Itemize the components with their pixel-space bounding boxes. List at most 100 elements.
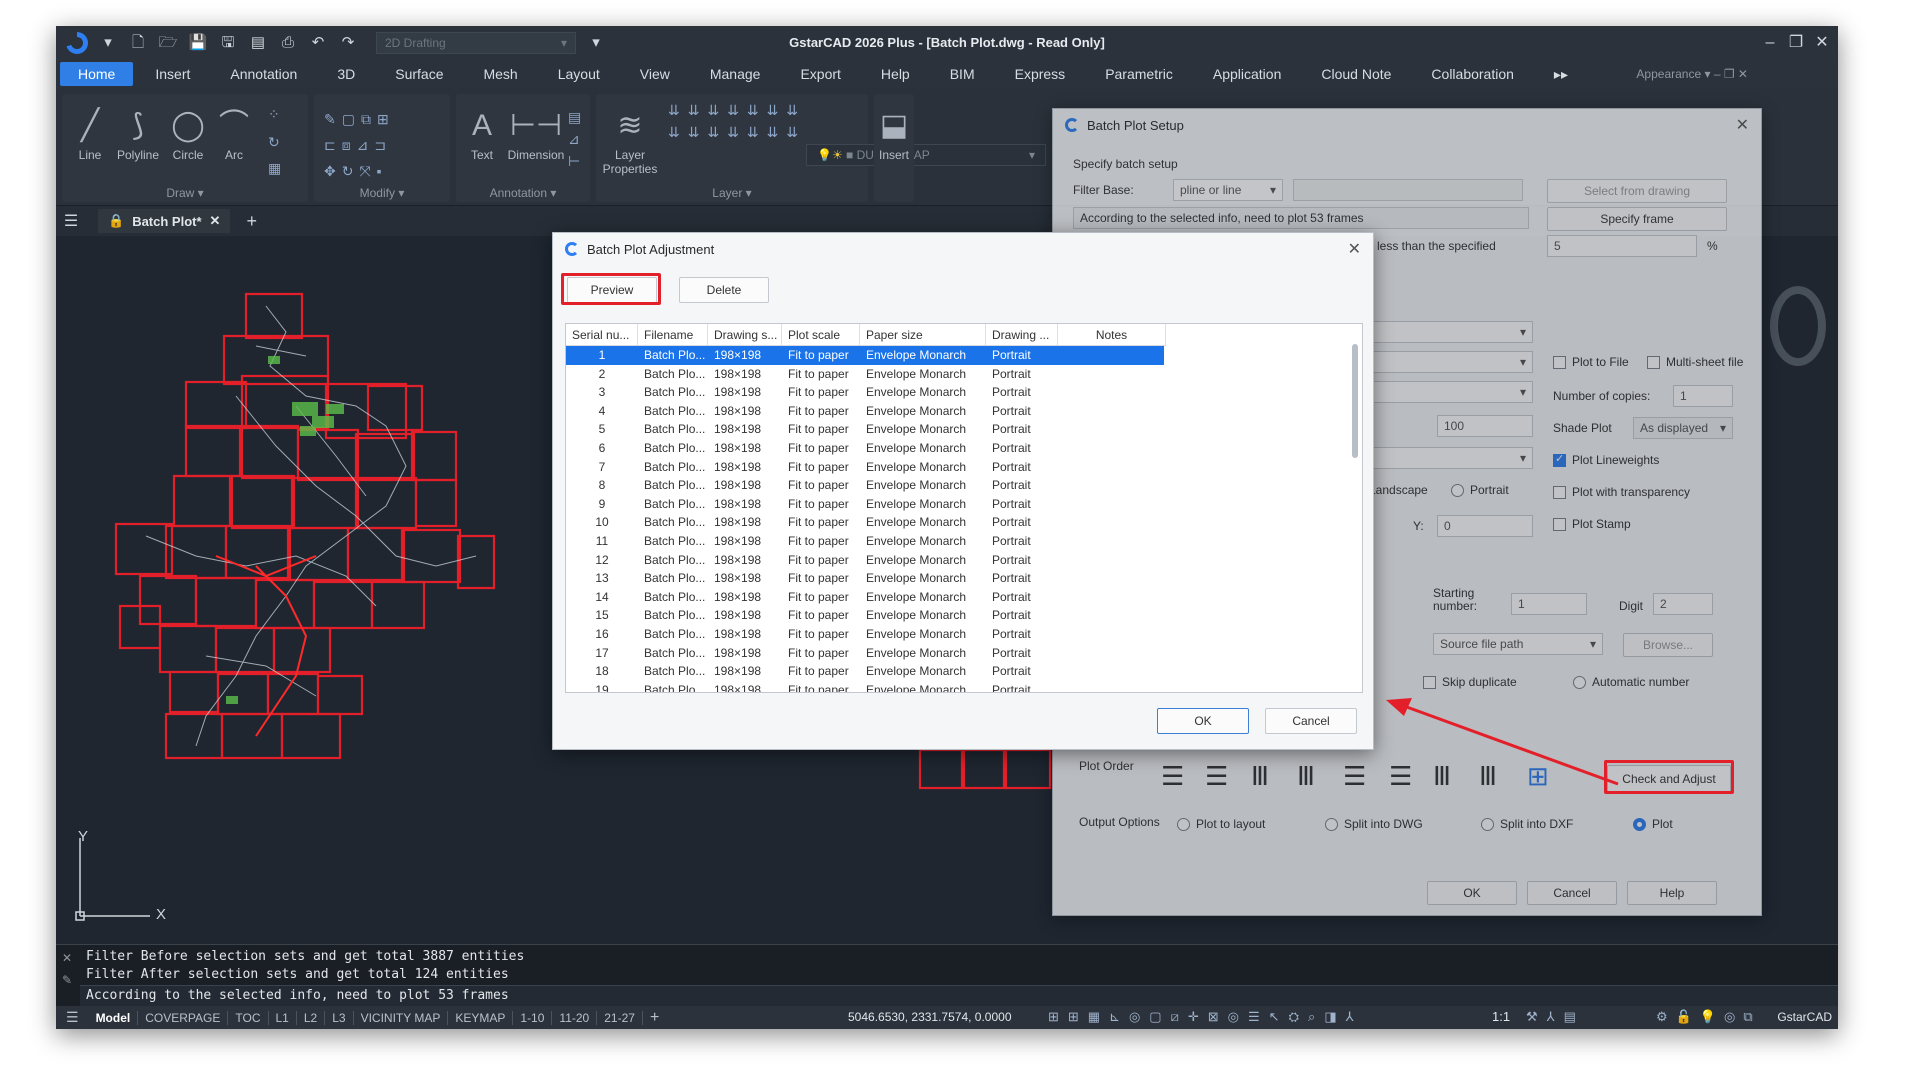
column-header-filename[interactable]: Filename xyxy=(638,324,708,345)
table-row[interactable]: 2 Batch Plo... 198×198 Fit to paper Envelope… xyxy=(566,365,1164,384)
plot-area-select[interactable]: ▾ xyxy=(1353,381,1533,403)
layout-tab[interactable]: COVERPAGE xyxy=(138,1010,229,1025)
adjust-ok-button[interactable]: OK xyxy=(1157,708,1249,734)
layout-tab[interactable]: TOC xyxy=(228,1010,269,1025)
redo-icon[interactable]: ↷ xyxy=(338,34,358,52)
annotation-panel-label[interactable]: Annotation ▾ xyxy=(456,186,590,200)
paper-size-select[interactable]: ▾ xyxy=(1353,351,1533,373)
draw-panel-label[interactable]: Draw ▾ xyxy=(62,186,308,200)
modify-tools-icon[interactable]: ✎▢⧉⊞ ⊏⧈⊿⊐ ✥↻⤧▪ xyxy=(324,106,395,184)
frames-table[interactable]: Serial nu... Filename Drawing s... Plot … xyxy=(565,323,1363,693)
tab-layout[interactable]: Layout xyxy=(540,62,618,86)
tab-3d[interactable]: 3D xyxy=(319,62,373,86)
column-header-plot-scale[interactable]: Plot scale xyxy=(782,324,860,345)
column-header-serial[interactable]: Serial nu... xyxy=(566,324,638,345)
insert-tool[interactable]: ⬓ Insert xyxy=(874,104,914,162)
layer-select[interactable]: 💡☀ ■ DUMMY NAP ▾ xyxy=(806,144,1046,166)
layer-properties-tool[interactable]: ≋ Layer Properties xyxy=(600,104,660,176)
layout-tab[interactable]: 21-27 xyxy=(597,1010,643,1025)
layout-tab[interactable]: VICINITY MAP xyxy=(354,1010,449,1025)
adjust-cancel-button[interactable]: Cancel xyxy=(1265,708,1357,734)
settings-icon[interactable]: ⚙🔓💡◎⧉ xyxy=(1656,1009,1761,1025)
add-layout-icon[interactable]: + xyxy=(643,1009,666,1027)
tab-manage[interactable]: Manage xyxy=(692,62,779,86)
order-zigzag-reverse-icon[interactable]: ☰ xyxy=(1389,761,1412,792)
order-snake-reverse-icon[interactable]: Ⅲ xyxy=(1479,761,1497,792)
close-icon[interactable]: ✕ xyxy=(1348,239,1361,259)
order-rows-icon[interactable]: ☰ xyxy=(1161,761,1184,792)
layer-panel-label[interactable]: Layer ▾ xyxy=(596,186,868,200)
drafting-toggles-icon[interactable]: ⊞⊞▦⊾◎▢⧄✛⊠◎☰↖⛭⌕◨⅄ xyxy=(1048,1009,1363,1025)
table-row[interactable]: 15 Batch Plo... 198×198 Fit to paper Envelop… xyxy=(566,606,1164,625)
column-header-drawing-size[interactable]: Drawing s... xyxy=(708,324,782,345)
restore-icon[interactable]: ❐ xyxy=(1784,32,1808,54)
annotation-scale[interactable]: 1:1 xyxy=(1492,1009,1510,1024)
starting-number-input[interactable]: 1 xyxy=(1511,593,1587,615)
chevron-down-icon[interactable]: ▾ xyxy=(98,34,118,52)
tab-collaboration[interactable]: Collaboration xyxy=(1413,62,1532,86)
table-icon[interactable]: ▤ ⊿ ⊢ xyxy=(568,106,581,172)
menu-icon[interactable]: ☰ xyxy=(56,211,86,231)
rotate-icon[interactable]: ↻ xyxy=(268,134,280,151)
status-tools-icon[interactable]: ⚒⅄▤ xyxy=(1526,1009,1585,1025)
order-custom-icon[interactable]: ⊞ xyxy=(1527,761,1549,792)
order-columns-icon[interactable]: Ⅲ xyxy=(1251,761,1269,792)
workspace-select[interactable]: 2D Drafting ▾ xyxy=(376,32,576,54)
customize-icon[interactable]: ▾ xyxy=(586,34,606,52)
minimize-icon[interactable]: – xyxy=(1758,32,1782,54)
tab-home[interactable]: Home xyxy=(60,62,134,86)
layout-tab[interactable]: 11-20 xyxy=(552,1010,598,1025)
close-icon[interactable]: ✕ xyxy=(1810,32,1834,54)
tab-annotation[interactable]: Annotation xyxy=(212,62,315,86)
save-icon[interactable]: 💾 xyxy=(188,34,208,52)
order-zigzag-icon[interactable]: ☰ xyxy=(1343,761,1366,792)
layout-tab-model[interactable]: Model xyxy=(89,1010,139,1025)
tab-export[interactable]: Export xyxy=(782,62,858,86)
filter-base-select[interactable]: pline or line ▾ xyxy=(1173,179,1283,201)
table-row[interactable]: 8 Batch Plo... 198×198 Fit to paper Envelope… xyxy=(566,476,1164,495)
specify-frame-button[interactable]: Specify frame xyxy=(1547,207,1727,231)
appearance-menu[interactable]: Appearance ▾ – ❐ ✕ xyxy=(1636,67,1748,81)
menu-icon[interactable]: ☰ xyxy=(56,1009,89,1026)
tab-mesh[interactable]: Mesh xyxy=(465,62,535,86)
order-rows-reverse-icon[interactable]: ☰ xyxy=(1205,761,1228,792)
tab-express[interactable]: Express xyxy=(997,62,1084,86)
y-offset-input[interactable]: 0 xyxy=(1437,515,1533,537)
table-row[interactable]: 6 Batch Plo... 198×198 Fit to paper Envelope… xyxy=(566,439,1164,458)
print-icon[interactable]: ⎙ xyxy=(278,34,298,52)
tab-view[interactable]: View xyxy=(622,62,688,86)
viewcube[interactable] xyxy=(1770,286,1826,366)
layout-tab[interactable]: L1 xyxy=(269,1010,297,1025)
hatch-icon[interactable]: ▦ xyxy=(268,160,281,177)
column-header-drawing-orientation[interactable]: Drawing ... xyxy=(986,324,1058,345)
layout-tab[interactable]: KEYMAP xyxy=(448,1010,514,1025)
grid-icon[interactable]: ⁘ xyxy=(268,106,280,123)
filter-extra-select[interactable] xyxy=(1293,179,1523,201)
document-tab[interactable]: 🔒 Batch Plot* ✕ xyxy=(98,209,231,233)
open-folder-icon[interactable]: 🗁 xyxy=(158,34,178,52)
plot-to-file-checkbox[interactable]: Plot to File xyxy=(1553,355,1629,369)
polyline-tool[interactable]: ⟆ Polyline xyxy=(116,104,160,162)
table-row[interactable]: 19 Batch Plo... 198×198 Fit to paper Envelop… xyxy=(566,681,1164,692)
skip-duplicate-checkbox[interactable]: Skip duplicate xyxy=(1423,675,1517,689)
command-input[interactable]: According to the selected info, need to … xyxy=(80,985,1838,1007)
select-from-drawing-button[interactable]: Select from drawing xyxy=(1547,179,1727,203)
percent-input[interactable]: 5 xyxy=(1547,235,1697,257)
more-tabs-icon[interactable]: ▸▸ xyxy=(1536,62,1586,87)
line-tool[interactable]: ╱ Line xyxy=(68,104,112,162)
table-row[interactable]: 7 Batch Plo... 198×198 Fit to paper Envelope… xyxy=(566,458,1164,477)
setup-help-button[interactable]: Help xyxy=(1627,881,1717,905)
tab-cloud-note[interactable]: Cloud Note xyxy=(1303,62,1409,86)
undo-icon[interactable]: ↶ xyxy=(308,34,328,52)
tab-bim[interactable]: BIM xyxy=(932,62,993,86)
plot-stamp-checkbox[interactable]: Plot Stamp xyxy=(1553,517,1631,531)
table-row[interactable]: 9 Batch Plo... 198×198 Fit to paper Envelope… xyxy=(566,495,1164,514)
table-row[interactable]: 12 Batch Plo... 198×198 Fit to paper Envelop… xyxy=(566,551,1164,570)
table-row[interactable]: 14 Batch Plo... 198×198 Fit to paper Envelop… xyxy=(566,588,1164,607)
tab-help[interactable]: Help xyxy=(863,62,928,86)
tab-application[interactable]: Application xyxy=(1195,62,1300,86)
column-header-paper-size[interactable]: Paper size xyxy=(860,324,986,345)
close-icon[interactable]: ✕ xyxy=(62,951,72,965)
table-row[interactable]: 4 Batch Plo... 198×198 Fit to paper Envelope… xyxy=(566,402,1164,421)
printer-select[interactable]: ▾ xyxy=(1353,321,1533,343)
